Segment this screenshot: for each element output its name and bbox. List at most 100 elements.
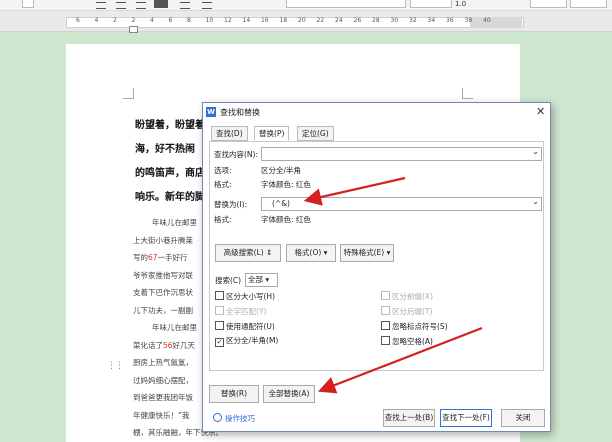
body-text: 儿下功夫，一副副 — [133, 305, 193, 315]
drag-handle-icon[interactable]: ⋮⋮ — [107, 361, 124, 371]
checkbox-icon[interactable] — [381, 321, 390, 330]
replace-input-value: (^&) — [272, 199, 290, 208]
justify-icon[interactable] — [154, 0, 168, 8]
tab-replace[interactable]: 替换(P) — [254, 126, 290, 141]
toolbar-icon[interactable] — [22, 0, 34, 8]
margin-corner — [462, 88, 473, 99]
replace-input[interactable]: (^&) ⌄ — [261, 197, 542, 211]
ruler-margin-right — [470, 17, 522, 28]
option-checkbox[interactable]: 忽略标点符号(S) — [381, 321, 448, 331]
replace-panel: 查找内容(N): ⌄ 选项: 区分全/半角 格式: 字体颜色: 红色 替换为(I… — [209, 141, 544, 371]
ruler-tick: 14 — [242, 17, 251, 24]
body-text: 一手好行 — [157, 253, 188, 262]
ruler-tick: 12 — [224, 17, 232, 24]
ruler-tick: 6 — [76, 17, 80, 24]
replace-label: 替换为(I): — [214, 200, 248, 209]
checkbox-icon[interactable] — [215, 321, 224, 330]
ruler-tick: 22 — [316, 17, 325, 24]
ruler-tick: 4 — [150, 17, 154, 24]
margin-corner — [123, 88, 134, 99]
document-body-line: 过妈妈细心摆配， — [133, 375, 193, 386]
align-center-icon[interactable] — [116, 2, 126, 9]
close-button[interactable]: 关闭 — [501, 409, 545, 427]
indent-marker[interactable] — [129, 26, 138, 33]
find-label: 查找内容(N): — [214, 150, 258, 159]
find-previous-button[interactable]: 查找上一处(B) — [383, 409, 435, 427]
body-text: 过妈妈细心摆配， — [133, 375, 193, 385]
checkbox-icon[interactable] — [215, 291, 224, 300]
ruler-tick: 34 — [427, 17, 436, 24]
document-body-line: 到爸爸更我团年饭 — [133, 392, 193, 403]
ruler-tick: 28 — [372, 17, 380, 24]
find-input[interactable]: ⌄ — [261, 147, 542, 161]
style-box[interactable] — [286, 0, 406, 8]
body-text: 年健康快乐！”我 — [133, 410, 190, 420]
align-right-icon[interactable] — [136, 2, 146, 9]
document-body-line: 上大街小巷升腾莱 — [133, 235, 193, 246]
align-left-icon[interactable] — [96, 2, 106, 9]
find-options-value: 区分全/半角 — [261, 166, 302, 175]
zoom-box[interactable] — [410, 0, 452, 8]
option-checkbox[interactable]: 区分后缀(T) — [381, 306, 432, 316]
checkbox-icon[interactable] — [381, 336, 390, 345]
toolbar-right-box-2[interactable] — [570, 0, 607, 8]
ruler-tick: 2 — [131, 17, 136, 24]
body-text: 支着下巴作沉思状 — [133, 288, 193, 297]
body-red-number: 67 — [148, 253, 158, 262]
ruler: 6 4 2 2 4 6 8 10 12 14 16 18 20 22 24 26 28 30 32 34 36 38 40 — [0, 11, 612, 33]
option-checkbox[interactable]: 区分前缀(X) — [381, 291, 433, 301]
search-scope-select[interactable]: 全部 ▾ — [245, 273, 278, 287]
checkbox-checked-icon[interactable]: ✓ — [215, 338, 224, 347]
special-format-button[interactable]: 特殊格式(E) ▾ — [340, 244, 394, 262]
toolbar-right-box[interactable] — [530, 0, 567, 8]
dialog-title: 查找和替换 — [220, 108, 260, 117]
replace-all-button[interactable]: 全部替换(A) — [263, 385, 315, 403]
ruler-tick: 26 — [353, 17, 362, 24]
tab-find[interactable]: 查找(D) — [211, 126, 248, 141]
find-options-label: 选项: — [214, 166, 232, 175]
close-icon[interactable]: ✕ — [536, 105, 545, 118]
option-label: 使用通配符(U) — [226, 322, 275, 331]
body-red-number: 56 — [163, 340, 173, 350]
document-body-line: 爷爷家推他写对联 — [133, 270, 193, 281]
replace-format-label: 格式: — [214, 215, 232, 224]
checkbox-icon[interactable] — [215, 306, 224, 315]
ruler-tick: 8 — [187, 17, 191, 24]
document-body-line: 年健康快乐！”我 — [133, 410, 189, 421]
wps-logo-icon: W — [206, 107, 216, 117]
document-heading-line: 的鸣笛声，商店 — [135, 168, 205, 179]
option-checkbox[interactable]: 使用通配符(U) — [215, 321, 275, 331]
tab-goto[interactable]: 定位(G) — [297, 126, 334, 141]
option-checkbox[interactable]: 区分大小写(H) — [215, 291, 275, 301]
checkbox-icon[interactable] — [381, 291, 390, 300]
option-checkbox[interactable]: 忽略空格(A) — [381, 336, 433, 346]
advanced-search-button[interactable]: 高级搜索(L) ⇕ — [215, 244, 281, 262]
find-replace-dialog: W 查找和替换 ✕ 查找(D) 替换(P) 定位(G) 查找内容(N): ⌄ 选… — [202, 102, 551, 432]
option-label: 区分后缀(T) — [392, 307, 433, 316]
chevron-down-icon[interactable]: ⌄ — [532, 197, 539, 206]
body-text: 厨房上热气氤氲， — [133, 358, 193, 367]
search-scope-label: 搜索(C) — [215, 276, 242, 285]
dialog-titlebar[interactable]: W 查找和替换 ✕ — [203, 103, 550, 122]
ruler-tick: 38 — [464, 17, 473, 24]
ruler-tick: 16 — [261, 17, 269, 24]
document-heading-line: 盼望着，盼望着 — [135, 120, 205, 131]
body-text: 爷爷家推他写对联 — [133, 270, 193, 280]
chevron-down-icon[interactable]: ⌄ — [532, 147, 539, 156]
list-icon[interactable] — [180, 2, 190, 9]
ruler-tick: 20 — [298, 17, 306, 24]
ruler-tick: 32 — [409, 17, 417, 24]
search-scope-value: 全部 — [248, 275, 263, 284]
ruler-tick: 40 — [483, 17, 491, 24]
indent-icon[interactable] — [202, 2, 212, 9]
option-checkbox[interactable]: 全字匹配(Y) — [215, 306, 266, 316]
ruler-tick: 30 — [390, 17, 399, 24]
find-next-button[interactable]: 查找下一处(F) — [440, 409, 492, 427]
option-checkbox[interactable]: ✓ 区分全/半角(M) — [215, 336, 278, 347]
tips-link[interactable]: 操作技巧 — [213, 413, 255, 424]
checkbox-icon[interactable] — [381, 306, 390, 315]
replace-button[interactable]: 替换(R) — [209, 385, 259, 403]
document-body-line: 年味儿在邮里 — [152, 322, 197, 333]
body-text: 菜化话了 — [133, 340, 163, 350]
format-button[interactable]: 格式(O) ▾ — [286, 244, 336, 262]
